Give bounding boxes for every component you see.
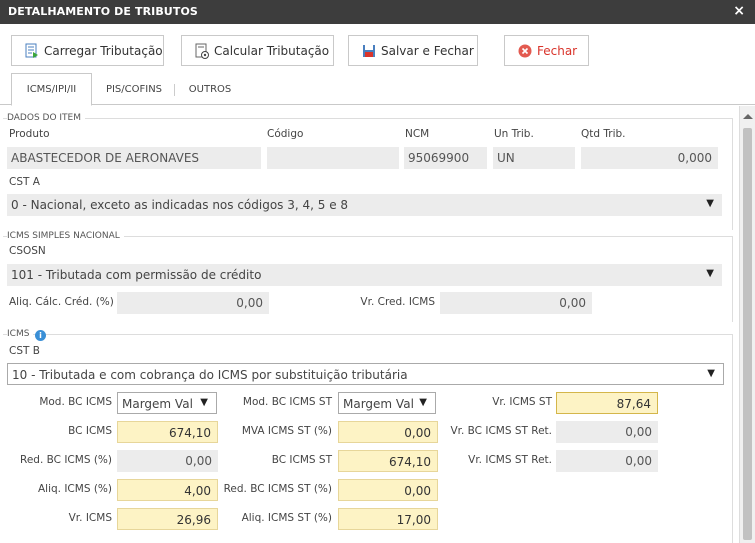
vertical-scrollbar[interactable] — [739, 106, 755, 543]
dropdown-arrow-icon: ▼ — [707, 368, 715, 379]
aliq-icms-field[interactable]: 4,00 — [117, 479, 218, 501]
tab-pis-cofins[interactable]: PIS/COFINS — [96, 73, 172, 105]
vr-icms-st-label: Vr. ICMS ST — [492, 396, 552, 408]
codigo-field[interactable] — [267, 147, 399, 169]
load-tax-label: Carregar Tributação — [44, 43, 163, 58]
calc-tax-label: Calcular Tributação — [214, 43, 330, 58]
qtdtrib-field[interactable]: 0,000 — [581, 147, 718, 169]
dropdown-arrow-icon: ▼ — [200, 397, 208, 408]
mva-icms-st-field[interactable]: 0,00 — [338, 421, 438, 443]
close-icon[interactable]: × — [733, 3, 745, 19]
vr-icms-field[interactable]: 26,96 — [117, 508, 218, 530]
cstb-label: CST B — [9, 345, 40, 357]
untrib-label: Un Trib. — [494, 128, 534, 140]
produto-field[interactable]: ABASTECEDOR DE AERONAVES — [7, 147, 261, 169]
bc-icms-label: BC ICMS — [68, 425, 112, 437]
dropdown-arrow-icon: ▼ — [706, 268, 714, 279]
csta-value: 0 - Nacional, exceto as indicadas nos có… — [11, 198, 349, 212]
vr-icms-st-ret-label: Vr. ICMS ST Ret. — [468, 454, 552, 466]
csosn-select[interactable]: 101 - Tributada com permissão de crédito… — [7, 264, 722, 286]
vr-icms-label: Vr. ICMS — [68, 512, 112, 524]
vr-cred-icms-field[interactable]: 0,00 — [440, 292, 592, 314]
csta-select[interactable]: 0 - Nacional, exceto as indicadas nos có… — [7, 194, 722, 216]
csta-label: CST A — [9, 176, 40, 188]
tab-icms-ipi-ii[interactable]: ICMS/IPI/II — [11, 73, 92, 106]
calc-tax-button[interactable]: Calcular Tributação — [181, 35, 334, 66]
bc-icms-st-field[interactable]: 674,10 — [338, 450, 438, 472]
bc-icms-field[interactable]: 674,10 — [117, 421, 218, 443]
vr-cred-icms-label: Vr. Cred. ICMS — [360, 296, 435, 308]
red-bc-icms-st-label: Red. BC ICMS ST (%) — [223, 483, 332, 495]
window-title: DETALHAMENTO DE TRIBUTOS — [8, 5, 198, 18]
csosn-label: CSOSN — [9, 245, 46, 257]
red-bc-icms-field[interactable]: 0,00 — [117, 450, 218, 472]
produto-label: Produto — [9, 128, 50, 140]
mod-bc-icms-select[interactable]: Margem Val ▼ — [117, 392, 217, 414]
dropdown-arrow-icon: ▼ — [419, 397, 427, 408]
untrib-field[interactable]: UN — [493, 147, 575, 169]
bc-icms-st-label: BC ICMS ST — [271, 454, 332, 466]
aliq-calc-cred-label: Aliq. Cálc. Créd. (%) — [9, 296, 114, 308]
vr-bc-icms-st-ret-label: Vr. BC ICMS ST Ret. — [450, 425, 552, 437]
red-bc-icms-label: Red. BC ICMS (%) — [20, 454, 112, 466]
tab-outros[interactable]: OUTROS — [178, 73, 242, 105]
aliq-icms-label: Aliq. ICMS (%) — [37, 483, 112, 495]
vr-bc-icms-st-ret-field[interactable]: 0,00 — [556, 421, 658, 443]
save-close-label: Salvar e Fechar — [381, 43, 474, 58]
item-legend: DADOS DO ITEM — [7, 113, 85, 123]
calculator-icon — [194, 43, 210, 59]
cancel-icon — [517, 43, 533, 59]
mod-bc-icms-st-select[interactable]: Margem Val ▼ — [338, 392, 436, 414]
aliq-icms-st-label: Aliq. ICMS ST (%) — [241, 512, 332, 524]
load-tax-button[interactable]: Carregar Tributação — [11, 35, 164, 66]
window-titlebar: DETALHAMENTO DE TRIBUTOS × — [0, 0, 755, 24]
ncm-label: NCM — [405, 128, 430, 140]
red-bc-icms-st-field[interactable]: 0,00 — [338, 479, 438, 501]
close-button[interactable]: Fechar — [504, 35, 589, 66]
simples-legend: ICMS SIMPLES NACIONAL — [7, 231, 124, 241]
mod-bc-icms-st-label: Mod. BC ICMS ST — [242, 396, 332, 408]
import-icon — [24, 43, 40, 59]
vr-icms-st-field[interactable]: 87,64 — [556, 392, 658, 414]
codigo-label: Código — [267, 128, 304, 140]
mod-bc-icms-st-value: Margem Val — [343, 397, 414, 411]
tax-form: DADOS DO ITEM Produto ABASTECEDOR DE AER… — [0, 106, 739, 543]
tab-bar: ICMS/IPI/II PIS/COFINS OUTROS — [0, 73, 755, 106]
csosn-value: 101 - Tributada com permissão de crédito — [11, 268, 262, 282]
dropdown-arrow-icon: ▼ — [706, 198, 714, 209]
mva-icms-st-label: MVA ICMS ST (%) — [241, 425, 332, 437]
qtdtrib-label: Qtd Trib. — [581, 128, 626, 140]
mod-bc-icms-value: Margem Val — [122, 397, 193, 411]
save-icon — [361, 43, 377, 59]
icms-legend: ICMS — [7, 329, 34, 339]
cstb-select[interactable]: 10 - Tributada e com cobrança do ICMS po… — [7, 363, 724, 385]
close-label: Fechar — [537, 43, 578, 58]
save-close-button[interactable]: Salvar e Fechar — [348, 35, 478, 66]
cstb-value: 10 - Tributada e com cobrança do ICMS po… — [12, 368, 408, 382]
vr-icms-st-ret-field[interactable]: 0,00 — [556, 450, 658, 472]
ncm-field[interactable]: 95069900 — [404, 147, 487, 169]
scrollbar-thumb[interactable] — [743, 128, 752, 540]
aliq-calc-cred-field[interactable]: 0,00 — [117, 292, 269, 314]
info-icon[interactable]: i — [35, 330, 46, 341]
scroll-up-icon[interactable] — [743, 114, 753, 119]
mod-bc-icms-label: Mod. BC ICMS — [39, 396, 112, 408]
tab-divider — [174, 84, 175, 96]
aliq-icms-st-field[interactable]: 17,00 — [338, 508, 438, 530]
